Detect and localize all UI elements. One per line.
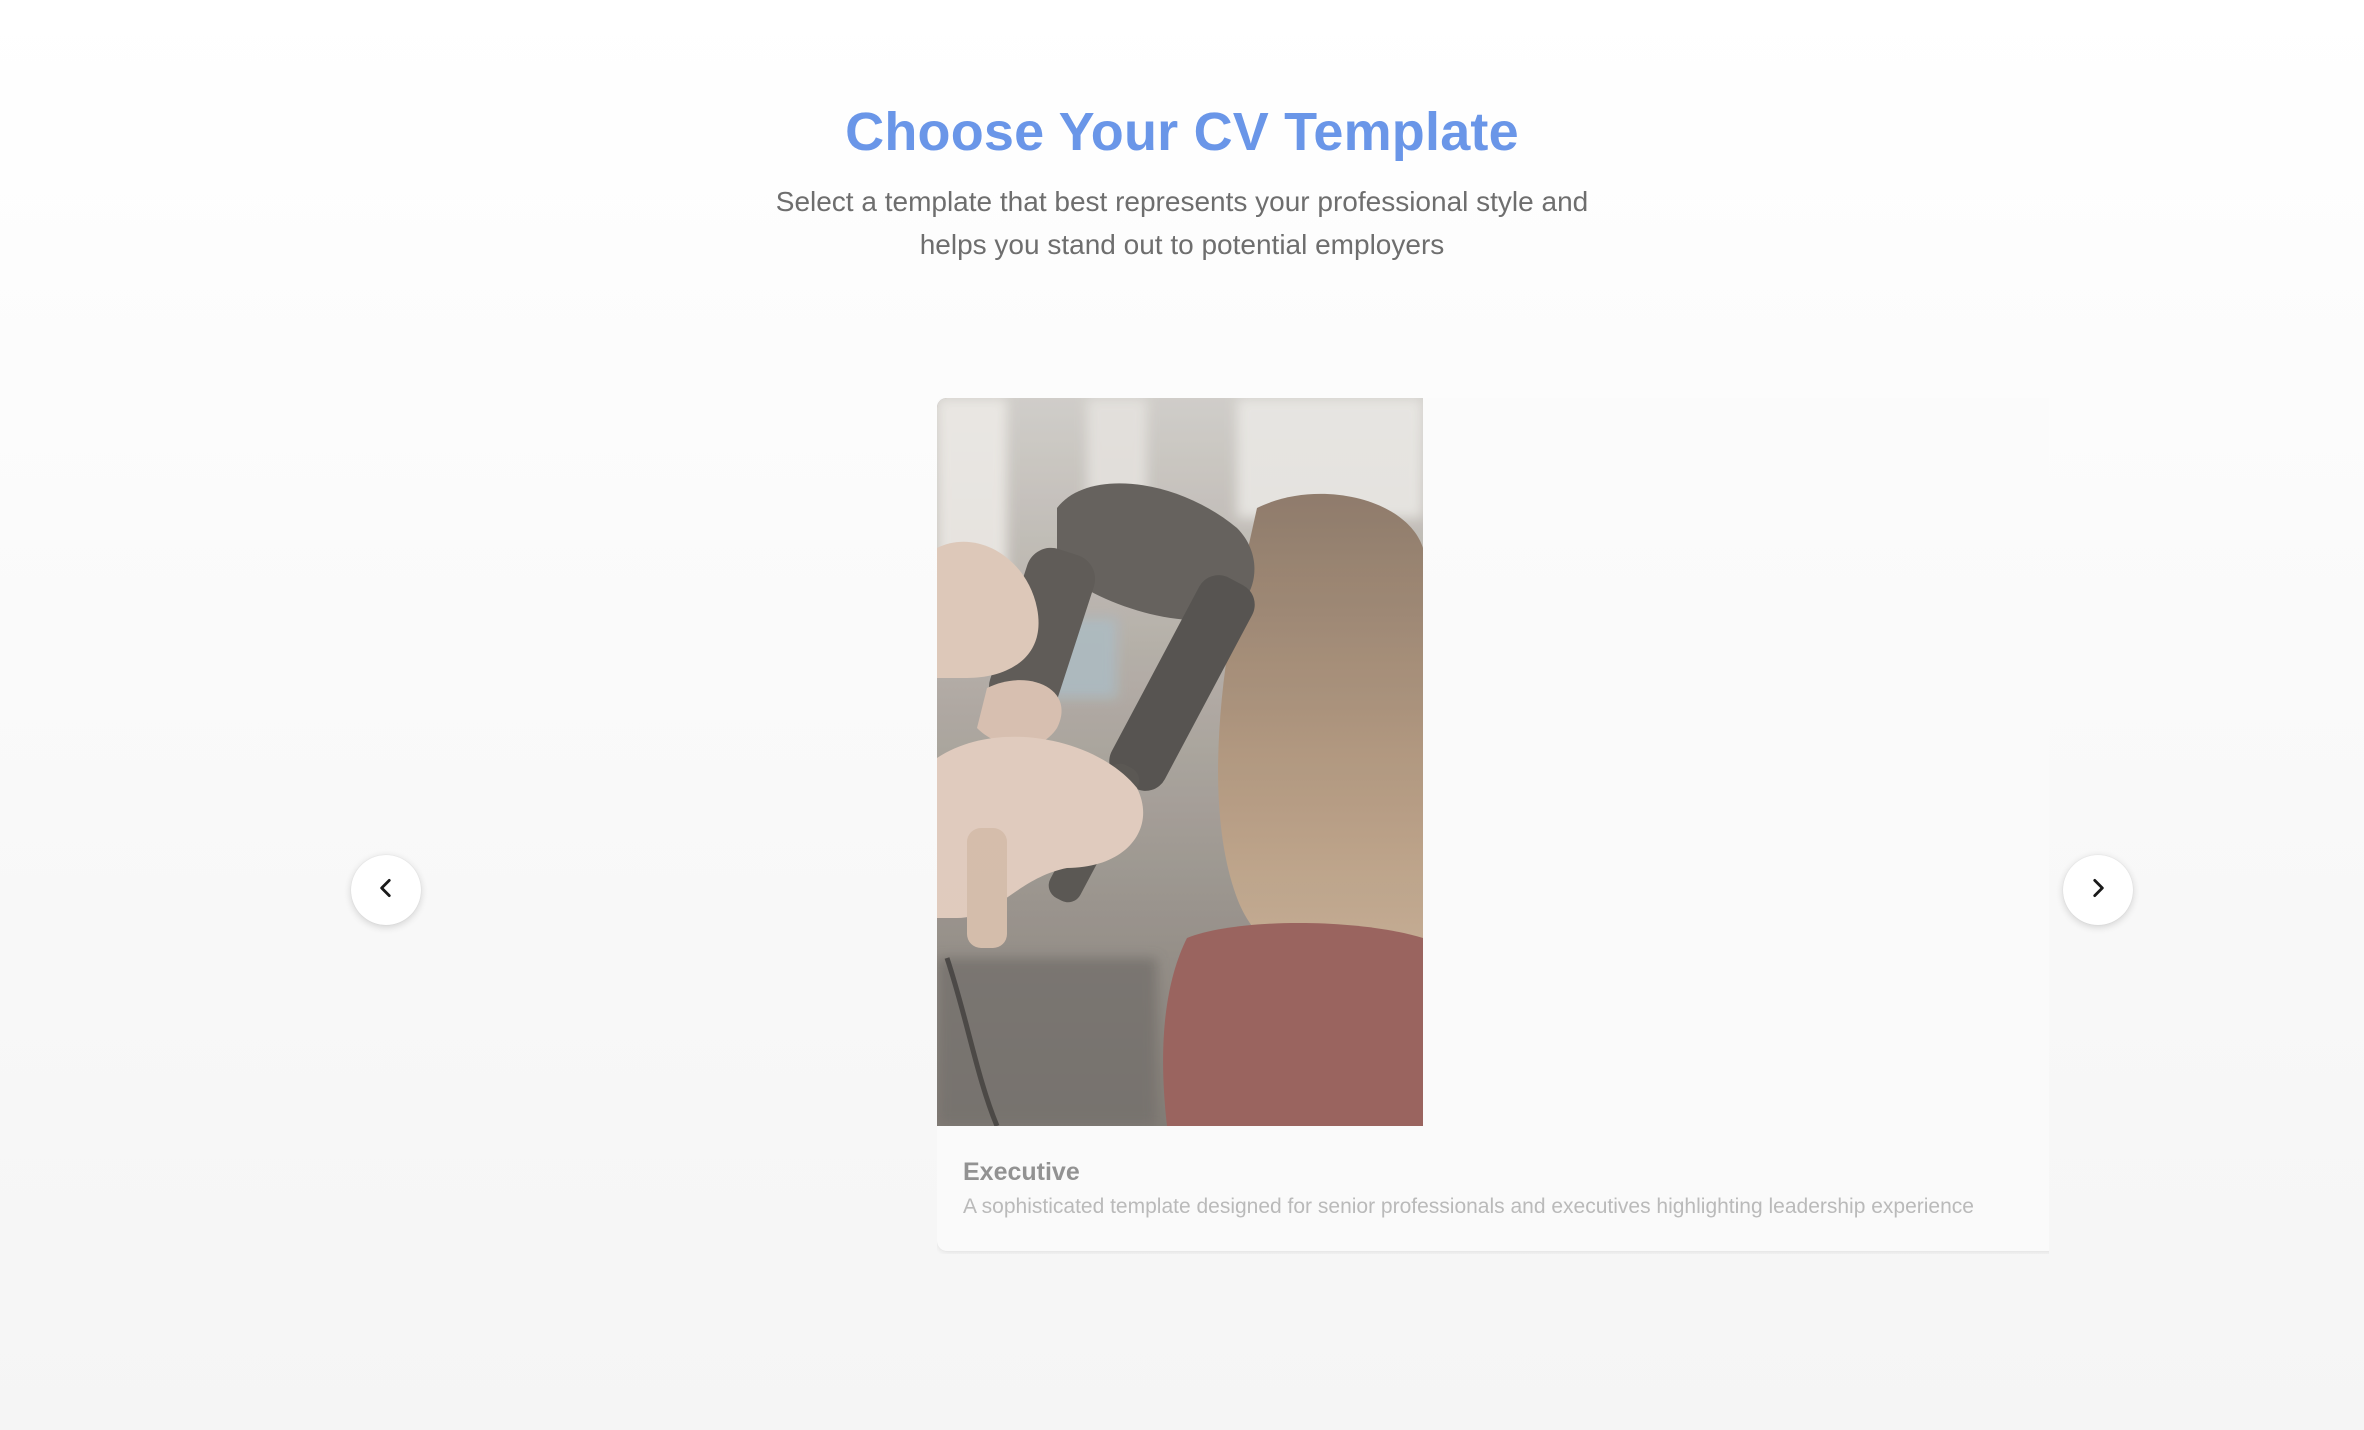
carousel-prev-button[interactable] bbox=[351, 855, 421, 925]
carousel-next-button[interactable] bbox=[2063, 855, 2133, 925]
template-card-body: Executive A sophisticated template desig… bbox=[937, 1126, 2049, 1222]
template-preview-image bbox=[937, 398, 1423, 1126]
chevron-right-icon bbox=[2085, 875, 2111, 906]
template-description: A sophisticated template designed for se… bbox=[963, 1195, 1974, 1218]
page-header: Choose Your CV Template Select a templat… bbox=[0, 98, 2364, 266]
template-name: Executive bbox=[963, 1158, 1080, 1186]
carousel-viewport: Executive A sophisticated template desig… bbox=[937, 398, 2049, 1254]
template-card[interactable]: Executive A sophisticated template desig… bbox=[937, 398, 2049, 1251]
chevron-left-icon bbox=[373, 875, 399, 906]
page-title: Choose Your CV Template bbox=[845, 102, 1519, 162]
page-subtitle: Select a template that best represents y… bbox=[775, 186, 1589, 260]
